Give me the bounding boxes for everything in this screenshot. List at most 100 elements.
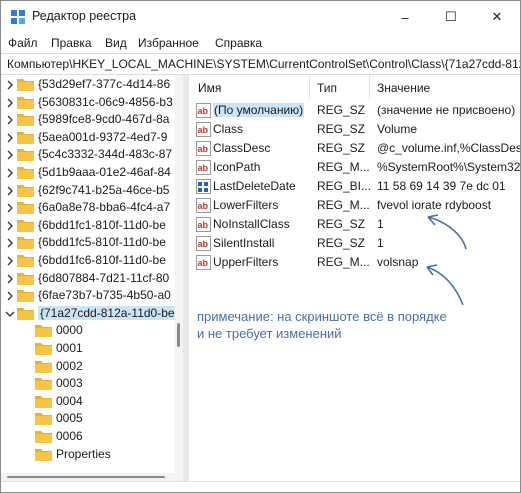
svg-text:ab: ab bbox=[198, 239, 209, 249]
annotation-line-1: примечание: на скриншоте всё в порядке bbox=[197, 309, 447, 324]
tree-item-label: {5d1b9aaa-01e2-46af-84 bbox=[38, 165, 171, 179]
tree-item-label: 0006 bbox=[56, 429, 83, 443]
chevron-right-icon[interactable] bbox=[5, 132, 15, 143]
tree-item-label: {5630831c-06c9-4856-b3 bbox=[38, 94, 173, 109]
value-type: REG_M... bbox=[317, 255, 370, 269]
menu-help[interactable]: Справка bbox=[215, 36, 262, 50]
tree-item-selected-key[interactable]: {71a27cdd-812a-11d0-be bbox=[1, 304, 175, 322]
menu-file[interactable]: Файл bbox=[8, 36, 38, 50]
close-button[interactable]: ✕ bbox=[474, 1, 520, 33]
chevron-right-icon[interactable] bbox=[5, 202, 15, 213]
chevron-right-icon[interactable] bbox=[5, 167, 15, 178]
tree-item-key[interactable]: {6a0a8e78-bba6-4fc4-a7 bbox=[1, 198, 175, 216]
folder-icon bbox=[17, 130, 34, 144]
tree-item-subkey[interactable]: 0003 bbox=[1, 374, 175, 392]
value-type: REG_SZ bbox=[317, 217, 366, 231]
chevron-right-icon[interactable] bbox=[5, 79, 15, 90]
tree-item-key[interactable]: {5aea001d-9372-4ed7-9 bbox=[1, 128, 175, 146]
close-icon: ✕ bbox=[491, 9, 503, 24]
chevron-right-icon[interactable] bbox=[5, 273, 15, 284]
tree-item-key[interactable]: {5d1b9aaa-01e2-46af-84 bbox=[1, 163, 175, 181]
tree-item-key[interactable]: {5c4c3332-344d-483c-87 bbox=[1, 145, 175, 163]
value-data: 11 58 69 14 39 7e dc 01 bbox=[377, 179, 506, 193]
tree-item-subkey[interactable]: Properties bbox=[1, 445, 175, 463]
maximize-icon: ☐ bbox=[445, 9, 457, 24]
svg-text:ab: ab bbox=[198, 125, 209, 135]
title-bar[interactable]: Редактор реестра – ☐ ✕ bbox=[1, 1, 520, 33]
value-row[interactable]: ab ClassDesc REG_SZ @c_volume.inf,%ClassDes… bbox=[189, 139, 520, 158]
string-value-icon: ab bbox=[196, 122, 211, 137]
maximize-button[interactable]: ☐ bbox=[428, 1, 474, 33]
column-type-header[interactable]: Тип bbox=[317, 81, 337, 95]
tree-item-subkey[interactable]: 0006 bbox=[1, 427, 175, 445]
value-type: REG_SZ bbox=[317, 141, 366, 155]
tree-horizontal-scroll-thumb[interactable] bbox=[7, 476, 165, 478]
tree-item-key[interactable]: {53d29ef7-377c-4d14-86 bbox=[1, 75, 175, 93]
tree-horizontal-scrollbar[interactable] bbox=[1, 473, 183, 481]
value-type: REG_SZ bbox=[317, 122, 366, 136]
column-data-header[interactable]: Значение bbox=[377, 81, 430, 95]
tree-vertical-scrollbar[interactable] bbox=[175, 75, 183, 473]
column-name-header[interactable]: Имя bbox=[198, 81, 221, 95]
menu-view[interactable]: Вид bbox=[105, 36, 127, 50]
annotation-note: примечание: на скриншоте всё в порядке и… bbox=[197, 308, 447, 342]
tree-vertical-scroll-thumb[interactable] bbox=[177, 323, 180, 347]
value-data: (значение не присвоено) bbox=[377, 103, 516, 117]
value-row[interactable]: ab IconPath REG_M... %SystemRoot%\System32\ bbox=[189, 158, 520, 177]
tree-item-key[interactable]: {5630831c-06c9-4856-b3 bbox=[1, 93, 175, 111]
chevron-right-icon[interactable] bbox=[5, 220, 15, 231]
value-type: REG_M... bbox=[317, 198, 370, 212]
value-row[interactable]: ab Class REG_SZ Volume bbox=[189, 120, 520, 139]
arrow-to-lowerfilters bbox=[427, 214, 467, 250]
folder-icon bbox=[17, 235, 34, 250]
tree-item-key[interactable]: {6fae73b7-b735-4b50-a0 bbox=[1, 286, 175, 304]
chevron-right-icon[interactable] bbox=[5, 185, 15, 196]
column-divider[interactable] bbox=[309, 75, 310, 99]
chevron-right-icon[interactable] bbox=[5, 237, 15, 248]
value-row[interactable]: LastDeleteDate REG_BI... 11 58 69 14 39 7e… bbox=[189, 177, 520, 196]
chevron-right-icon[interactable] bbox=[5, 255, 15, 266]
folder-icon bbox=[17, 200, 34, 215]
menu-edit[interactable]: Правка bbox=[51, 36, 92, 50]
value-row[interactable]: ab (По умолчанию) REG_SZ (значение не присв… bbox=[189, 101, 520, 120]
string-value-icon: ab bbox=[196, 103, 211, 118]
folder-icon bbox=[35, 411, 52, 426]
tree-item-subkey[interactable]: 0005 bbox=[1, 409, 175, 427]
value-name: NoInstallClass bbox=[213, 217, 290, 231]
value-row[interactable]: ab UpperFilters REG_M... volsnap bbox=[189, 253, 520, 272]
value-name: LowerFilters bbox=[213, 198, 279, 212]
tree-item-key[interactable]: {6bdd1fc5-810f-11d0-be bbox=[1, 233, 175, 251]
chevron-right-icon[interactable] bbox=[5, 290, 15, 301]
tree-item-label: 0005 bbox=[56, 411, 83, 426]
folder-icon bbox=[17, 112, 34, 127]
chevron-right-icon[interactable] bbox=[5, 114, 15, 125]
registry-editor-app-icon bbox=[11, 10, 25, 24]
value-name: ClassDesc bbox=[213, 141, 271, 155]
tree-item-subkey[interactable]: 0004 bbox=[1, 392, 175, 410]
tree-item-subkey[interactable]: 0002 bbox=[1, 357, 175, 375]
binary-value-icon bbox=[196, 179, 211, 194]
tree-item-subkey[interactable]: 0001 bbox=[1, 339, 175, 357]
folder-icon bbox=[35, 376, 52, 391]
tree-item-label: {6d807884-7d21-11cf-80 bbox=[38, 270, 170, 285]
chevron-right-icon[interactable] bbox=[5, 149, 15, 160]
minimize-button[interactable]: – bbox=[382, 1, 428, 33]
column-divider[interactable] bbox=[369, 75, 370, 99]
address-bar[interactable]: Компьютер\HKEY_LOCAL_MACHINE\SYSTEM\Curr… bbox=[1, 53, 520, 75]
value-data: 1 bbox=[377, 217, 384, 231]
window-title: Редактор реестра bbox=[32, 9, 137, 23]
tree-item-key[interactable]: {6bdd1fc1-810f-11d0-be bbox=[1, 216, 175, 234]
address-path[interactable]: Компьютер\HKEY_LOCAL_MACHINE\SYSTEM\Curr… bbox=[7, 57, 520, 71]
tree-item-key[interactable]: {62f9c741-b25a-46ce-b5 bbox=[1, 181, 175, 199]
tree-item-key[interactable]: {6bdd1fc6-810f-11d0-be bbox=[1, 251, 175, 269]
tree-item-key[interactable]: {6d807884-7d21-11cf-80 bbox=[1, 269, 175, 287]
value-data: %SystemRoot%\System32\ bbox=[377, 160, 520, 174]
tree-item-subkey[interactable]: 0000 bbox=[1, 321, 175, 339]
chevron-right-icon[interactable] bbox=[5, 97, 15, 108]
chevron-down-icon[interactable] bbox=[5, 308, 15, 318]
tree-item-key[interactable]: {5989fce8-9cd0-467d-8a bbox=[1, 110, 175, 128]
menu-bar: Файл Правка Вид Избранное Справка bbox=[1, 33, 520, 53]
key-tree: {53d29ef7-377c-4d14-86 {5630831c-06c9-485… bbox=[1, 75, 175, 473]
value-type: REG_SZ bbox=[317, 103, 366, 117]
menu-favorites[interactable]: Избранное bbox=[138, 36, 199, 50]
